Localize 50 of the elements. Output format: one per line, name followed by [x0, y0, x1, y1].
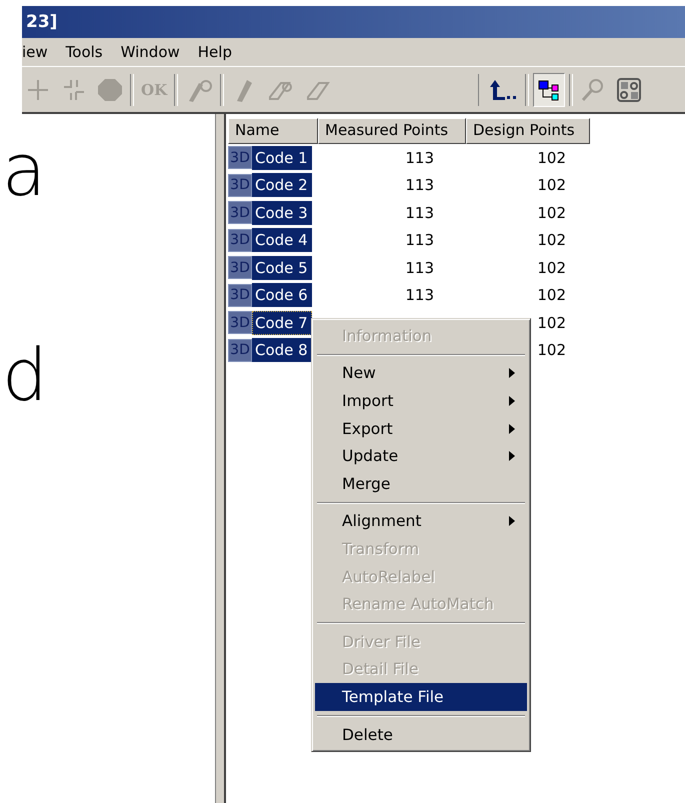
name-cell[interactable]: Code 6: [252, 283, 312, 308]
menu-item[interactable]: iew: [22, 43, 57, 61]
name-cell[interactable]: Code 2: [252, 173, 312, 198]
table-cell: 102: [537, 204, 566, 222]
table-cell: 102: [537, 314, 566, 332]
table-cell: 102: [537, 231, 566, 250]
column-header[interactable]: Name: [228, 118, 318, 144]
column-header[interactable]: Measured Points: [318, 118, 466, 144]
table-cell: 113: [405, 231, 434, 250]
menu-item[interactable]: Tools: [56, 43, 112, 61]
table-cell: 113: [405, 176, 434, 194]
table-cell: 113: [405, 258, 434, 277]
name-cell[interactable]: Code 4: [252, 228, 312, 252]
menu-item[interactable]: Window: [112, 43, 189, 61]
table-cell: 113: [405, 148, 434, 167]
3d-badge-icon: 3D: [228, 284, 252, 307]
context-menu-item[interactable]: Import: [315, 387, 527, 415]
table-cell: 102: [537, 176, 566, 194]
name-cell[interactable]: Code 3: [252, 200, 312, 225]
3d-badge-icon: 3D: [228, 338, 252, 362]
large-letter: d: [2, 339, 48, 411]
table-cell: 102: [537, 148, 566, 167]
3d-badge-icon: 3D: [228, 228, 252, 252]
3d-badge-icon: 3D: [228, 174, 252, 197]
3d-badge-icon: 3D: [228, 201, 252, 224]
3d-badge-icon: 3D: [228, 256, 252, 280]
context-menu-item[interactable]: Update: [315, 442, 527, 470]
splitter[interactable]: [215, 114, 226, 803]
menu-item[interactable]: Help: [188, 43, 241, 61]
3d-badge-icon: 3D: [228, 311, 252, 334]
table-cell: 113: [405, 204, 434, 222]
large-letter: a: [2, 134, 46, 206]
window-title: 23]: [25, 12, 58, 32]
name-cell[interactable]: Code 7: [252, 310, 312, 335]
context-menu-item[interactable]: Alignment: [315, 508, 527, 536]
table-cell: 102: [537, 286, 566, 304]
table-cell: 102: [537, 341, 566, 360]
context-menu-item[interactable]: Merge: [315, 470, 527, 498]
table-cell: 102: [537, 258, 566, 277]
context-menu-item[interactable]: Template File: [315, 683, 527, 711]
table-cell: 113: [405, 286, 434, 304]
column-header[interactable]: Design Points: [466, 118, 590, 144]
name-cell[interactable]: Code 8: [252, 338, 312, 362]
binary-grid-icon[interactable]: [616, 76, 642, 102]
name-cell[interactable]: Code 5: [252, 256, 312, 280]
name-cell[interactable]: Code 1: [252, 146, 312, 170]
context-menu-item[interactable]: Delete: [315, 720, 527, 748]
3d-badge-icon: 3D: [228, 146, 252, 170]
context-menu-item[interactable]: New: [315, 360, 527, 388]
context-menu-item[interactable]: Export: [315, 414, 527, 442]
